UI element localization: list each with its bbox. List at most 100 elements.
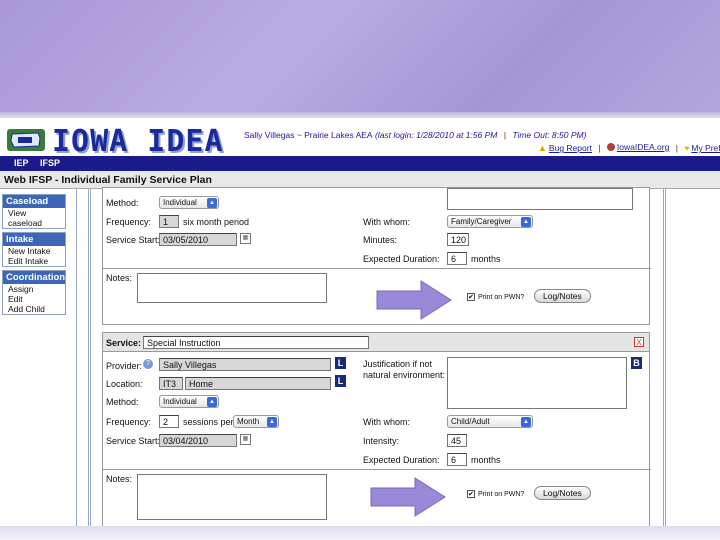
minutes-input[interactable]: 120 bbox=[447, 233, 469, 246]
service-start-input[interactable]: 03/05/2010 bbox=[159, 233, 237, 246]
print-on-pwn-label: Print on PWN? bbox=[478, 294, 525, 301]
frequency-per: sessions per bbox=[183, 417, 234, 427]
iowa-map-logo-icon bbox=[7, 129, 45, 151]
frequency-input[interactable]: 1 bbox=[159, 215, 179, 228]
justification-textarea[interactable] bbox=[447, 357, 627, 409]
frequency-label: Frequency: bbox=[106, 217, 152, 227]
location-code-input[interactable]: IT3 bbox=[159, 377, 183, 390]
callout-arrow-icon bbox=[370, 477, 446, 517]
user-info: Sally Villegas ~ Prairie Lakes AEA (last… bbox=[244, 130, 587, 140]
duration-unit: months bbox=[471, 254, 501, 264]
sidebar-heading: Caseload bbox=[3, 195, 65, 208]
print-on-pwn-label: Print on PWN? bbox=[478, 491, 525, 498]
notes-textarea[interactable] bbox=[137, 474, 327, 520]
sidebar: Caseload View caseload Intake New Intake… bbox=[2, 194, 66, 318]
provider-input[interactable]: Sally Villegas bbox=[159, 358, 331, 371]
method-value: Individual bbox=[163, 198, 197, 207]
sidebar-intake: Intake New Intake Edit Intake bbox=[2, 232, 66, 267]
service-start-label: Service Start: bbox=[106, 235, 161, 245]
duration-label: Expected Duration: bbox=[363, 455, 440, 465]
service-start-label: Service Start: bbox=[106, 436, 161, 446]
sidebar-heading: Coordination bbox=[3, 271, 65, 284]
calendar-icon[interactable]: ▦ bbox=[240, 434, 251, 445]
user-name: Sally Villegas ~ Prairie Lakes AEA bbox=[244, 130, 373, 140]
with-whom-label: With whom: bbox=[363, 217, 411, 227]
sidebar-item-view-caseload[interactable]: View caseload bbox=[3, 208, 65, 228]
sidebar-coordination: Coordination Assign Edit Add Child bbox=[2, 270, 66, 315]
service-input[interactable]: Special Instruction bbox=[143, 336, 369, 349]
sidebar-heading: Intake bbox=[3, 233, 65, 246]
notes-row: Notes: ✔ Print on PWN? Log/Notes bbox=[103, 469, 651, 531]
sidebar-item-edit-intake[interactable]: Edit Intake bbox=[3, 256, 65, 266]
calendar-icon[interactable]: ▦ bbox=[240, 233, 251, 244]
log-notes-button[interactable]: Log/Notes bbox=[534, 486, 591, 500]
nav-ifsp[interactable]: IFSP bbox=[40, 158, 60, 168]
intensity-label: Intensity: bbox=[363, 436, 400, 446]
form-column: Method: Individual ▲ Frequency: 1 six mon… bbox=[88, 187, 666, 540]
frequency-label: Frequency: bbox=[106, 417, 152, 427]
sidebar-item-edit[interactable]: Edit bbox=[3, 294, 65, 304]
top-nav: IEP IFSP bbox=[0, 156, 720, 171]
frequency-unit: six month period bbox=[183, 217, 250, 227]
duration-unit: months bbox=[471, 455, 501, 465]
frequency-unit-select[interactable]: Month ▲ bbox=[233, 415, 279, 428]
nav-iep[interactable]: IEP bbox=[14, 158, 29, 168]
service-start-input[interactable]: 03/04/2010 bbox=[159, 434, 237, 447]
with-whom-value: Child/Adult bbox=[451, 417, 490, 426]
top-links: ▲Bug Report | IowaIDEA.org | ♥My Prefere… bbox=[538, 142, 720, 153]
justification-label-1: Justification if not bbox=[363, 359, 433, 369]
location-input[interactable]: Home bbox=[185, 377, 331, 390]
provider-lookup-button[interactable]: L bbox=[335, 357, 346, 369]
decorative-header-band bbox=[0, 0, 720, 118]
app-window: IOWA IDEA Sally Villegas ~ Prairie Lakes… bbox=[0, 118, 720, 540]
method-select[interactable]: Individual ▲ bbox=[159, 395, 219, 408]
location-lookup-button[interactable]: L bbox=[335, 375, 346, 387]
notes-textarea[interactable] bbox=[137, 273, 327, 303]
location-label: Location: bbox=[106, 379, 143, 389]
justification-label-2: natural environment: bbox=[363, 370, 446, 380]
method-value: Individual bbox=[163, 397, 197, 406]
remove-service-icon[interactable]: X bbox=[634, 337, 644, 347]
print-on-pwn-checkbox[interactable]: ✔ bbox=[467, 293, 475, 301]
select-arrow-icon: ▲ bbox=[521, 217, 531, 227]
print-on-pwn-checkbox[interactable]: ✔ bbox=[467, 490, 475, 498]
sidebar-item-new-intake[interactable]: New Intake bbox=[3, 246, 65, 256]
callout-arrow-icon bbox=[376, 280, 452, 320]
app-logo-text: IOWA IDEA bbox=[52, 124, 224, 159]
justification-textarea[interactable] bbox=[447, 188, 633, 210]
frequency-unit-value: Month bbox=[237, 417, 260, 426]
iowaidea-link[interactable]: IowaIDEA.org bbox=[617, 142, 669, 152]
preferences-link[interactable]: My Preferen bbox=[691, 143, 720, 153]
select-arrow-icon: ▲ bbox=[207, 397, 217, 407]
heart-icon: ♥ bbox=[684, 143, 690, 153]
notes-label: Notes: bbox=[106, 474, 133, 484]
sidebar-item-add-child[interactable]: Add Child bbox=[3, 304, 65, 314]
method-select[interactable]: Individual ▲ bbox=[159, 196, 219, 209]
duration-input[interactable]: 6 bbox=[447, 252, 467, 265]
warning-icon: ▲ bbox=[538, 143, 547, 153]
justification-b-button[interactable]: B bbox=[631, 357, 642, 369]
brand-bar: IOWA IDEA Sally Villegas ~ Prairie Lakes… bbox=[0, 118, 720, 159]
bug-report-link[interactable]: Bug Report bbox=[549, 143, 592, 153]
duration-label: Expected Duration: bbox=[363, 254, 440, 264]
provider-label: Provider: bbox=[106, 361, 143, 371]
service-box-1: Method: Individual ▲ Frequency: 1 six mon… bbox=[102, 187, 651, 325]
select-arrow-icon: ▲ bbox=[521, 417, 531, 427]
method-label: Method: bbox=[106, 397, 139, 407]
log-notes-button[interactable]: Log/Notes bbox=[534, 289, 591, 303]
select-arrow-icon: ▲ bbox=[207, 198, 217, 208]
select-arrow-icon: ▲ bbox=[267, 417, 277, 427]
duration-input[interactable]: 6 bbox=[447, 453, 467, 466]
service-label: Service: bbox=[106, 338, 142, 348]
service-box-2: Service: Special Instruction X Provider:… bbox=[102, 332, 651, 531]
with-whom-select[interactable]: Family/Caregiver ▲ bbox=[447, 215, 533, 228]
sidebar-item-assign[interactable]: Assign bbox=[3, 284, 65, 294]
notes-row: Notes: ✔ Print on PWN? Log/Notes bbox=[103, 268, 651, 325]
decorative-footer-band bbox=[0, 526, 720, 540]
sidebar-caseload: Caseload View caseload bbox=[2, 194, 66, 229]
globe-icon bbox=[606, 143, 615, 151]
frequency-input[interactable]: 2 bbox=[159, 415, 179, 428]
intensity-input[interactable]: 45 bbox=[447, 434, 467, 447]
help-icon[interactable]: ? bbox=[143, 359, 153, 369]
with-whom-select[interactable]: Child/Adult ▲ bbox=[447, 415, 533, 428]
